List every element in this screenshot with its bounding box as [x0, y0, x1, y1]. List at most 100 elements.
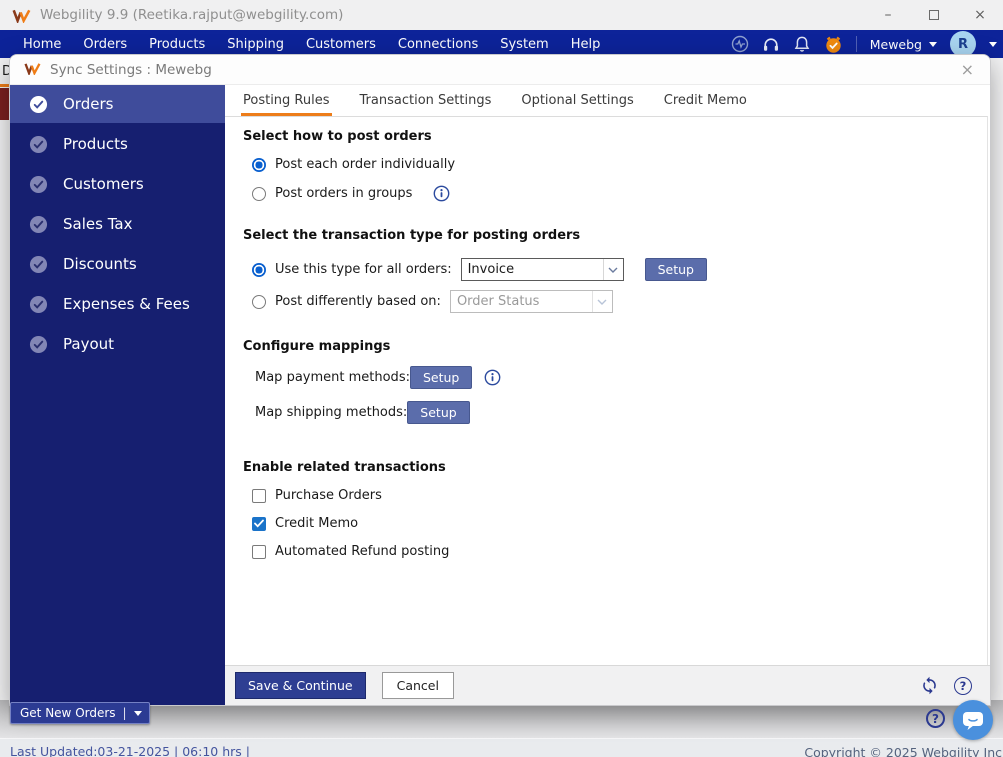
section-heading-configure-mappings: Configure mappings: [243, 339, 391, 354]
dialog-webgility-logo-icon: [24, 60, 41, 79]
section-heading-related-transactions: Enable related transactions: [243, 460, 446, 475]
checkbox-label: Purchase Orders: [275, 488, 382, 503]
map-payment-setup-button[interactable]: Setup: [409, 366, 473, 389]
checkbox-purchase-orders[interactable]: [252, 488, 266, 503]
radio-row-groups: Post orders in groups: [252, 185, 987, 202]
section-heading-transaction-type: Select the transaction type for posting …: [243, 228, 581, 243]
settings-main: Posting Rules Transaction Settings Optio…: [225, 85, 990, 705]
sidebar-item-payout[interactable]: Payout: [10, 325, 225, 363]
info-icon[interactable]: [433, 185, 450, 202]
window-controls: – ×: [865, 0, 1003, 30]
account-dropdown[interactable]: Mewebg: [870, 37, 937, 52]
account-name: Mewebg: [869, 36, 922, 52]
transaction-type-select[interactable]: Invoice: [460, 258, 624, 281]
menu-home[interactable]: Home: [12, 37, 72, 52]
menu-help[interactable]: Help: [560, 37, 612, 52]
radio-post-individually[interactable]: [252, 157, 266, 172]
radio-row-individual: Post each order individually: [252, 157, 987, 172]
menu-connections[interactable]: Connections: [387, 37, 489, 52]
chevron-down-icon: [929, 41, 937, 47]
sidebar-item-products[interactable]: Products: [10, 125, 225, 163]
checkbox-label: Credit Memo: [275, 516, 359, 531]
window-close-button[interactable]: ×: [957, 0, 1003, 30]
settings-tabs: Posting Rules Transaction Settings Optio…: [225, 85, 990, 116]
info-icon[interactable]: [484, 369, 501, 386]
map-shipping-row: Map shipping methods: Setup: [255, 401, 987, 424]
checkbox-automated-refund[interactable]: [252, 544, 266, 559]
radio-post-differently[interactable]: [252, 294, 266, 309]
chat-icon[interactable]: [953, 700, 993, 740]
dialog-footer: Save & Continue Cancel ?: [225, 665, 990, 705]
menu-customers[interactable]: Customers: [295, 37, 387, 52]
map-payment-row: Map payment methods: Setup: [255, 366, 987, 389]
menubar-right-icons: Mewebg R: [731, 31, 1003, 57]
order-status-select: Order Status: [449, 290, 613, 313]
sidebar-item-label: Customers: [63, 175, 144, 193]
get-new-orders-label: Get New Orders: [20, 706, 116, 720]
sidebar-item-sales-tax[interactable]: Sales Tax: [10, 205, 225, 243]
posting-rules-content: Select how to post orders Post each orde…: [225, 116, 988, 665]
chevron-down-icon: [602, 259, 623, 280]
maximize-icon: [929, 10, 939, 20]
tab-credit-memo[interactable]: Credit Memo: [664, 93, 747, 116]
check-circle-icon: [29, 95, 48, 113]
avatar-chevron-down-icon[interactable]: [989, 41, 997, 47]
menu-system[interactable]: System: [489, 37, 559, 52]
cancel-button[interactable]: Cancel: [381, 672, 454, 699]
menu-orders[interactable]: Orders: [72, 37, 138, 52]
tab-transaction-settings[interactable]: Transaction Settings: [360, 93, 492, 116]
help-icon[interactable]: ?: [926, 709, 945, 728]
section-heading-how-to-post: Select how to post orders: [243, 129, 432, 144]
help-icon[interactable]: ?: [954, 676, 972, 695]
background-red-fragment: [0, 88, 9, 120]
main-menubar: Home Orders Products Shipping Customers …: [0, 30, 1003, 58]
headphones-icon[interactable]: [762, 35, 780, 53]
settings-sidebar: Orders Products Customers Sales Tax Disc…: [10, 85, 225, 705]
notifications-bell-icon[interactable]: [793, 35, 811, 53]
select-value: Invoice: [467, 262, 515, 277]
menu-products[interactable]: Products: [138, 37, 216, 52]
menu-shipping[interactable]: Shipping: [216, 37, 295, 52]
checkbox-credit-memo[interactable]: [252, 516, 266, 531]
footer-icons: ?: [920, 676, 972, 695]
menubar-divider: [855, 36, 857, 52]
sync-refresh-icon[interactable]: [920, 676, 939, 695]
check-circle-icon: [29, 175, 48, 193]
checkbox-row-auto-refund: Automated Refund posting: [252, 544, 987, 559]
radio-label: Use this type for all orders:: [275, 262, 452, 277]
check-circle-icon: [29, 295, 48, 313]
alarm-check-icon[interactable]: [824, 35, 843, 54]
radio-row-differently: Post differently based on: Order Status: [252, 290, 987, 313]
radio-use-type-all-orders[interactable]: [252, 262, 266, 277]
dialog-close-icon[interactable]: ×: [961, 61, 974, 78]
sidebar-item-label: Expenses & Fees: [63, 295, 190, 313]
sidebar-item-customers[interactable]: Customers: [10, 165, 225, 203]
tab-posting-rules[interactable]: Posting Rules: [241, 93, 332, 116]
radio-row-all-orders: Use this type for all orders: Invoice Se…: [252, 258, 987, 281]
minimize-button[interactable]: –: [865, 0, 911, 30]
radio-label: Post orders in groups: [275, 186, 413, 201]
get-new-orders-button[interactable]: Get New Orders |: [10, 702, 150, 724]
transaction-type-setup-button[interactable]: Setup: [644, 258, 707, 281]
window-titlebar: Webgility 9.9 (Reetika.rajput@webgility.…: [0, 0, 1003, 30]
button-separator: |: [122, 706, 127, 720]
webgility-logo-icon: [12, 8, 31, 23]
maximize-button[interactable]: [911, 0, 957, 30]
dialog-title: Sync Settings : Mewebg: [50, 61, 212, 78]
sidebar-item-discounts[interactable]: Discounts: [10, 245, 225, 283]
get-new-orders-chevron-icon[interactable]: [133, 710, 142, 716]
check-icon: [254, 519, 264, 528]
check-circle-icon: [29, 255, 48, 273]
radio-post-in-groups[interactable]: [252, 186, 266, 201]
sidebar-item-orders[interactable]: Orders: [10, 85, 225, 123]
sidebar-item-label: Payout: [63, 335, 115, 353]
save-continue-button[interactable]: Save & Continue: [235, 672, 366, 699]
user-avatar[interactable]: R: [950, 31, 976, 57]
copyright-text: Copyright © 2025 Webgility Inc.: [804, 745, 1003, 757]
tab-optional-settings[interactable]: Optional Settings: [521, 93, 633, 116]
map-shipping-setup-button[interactable]: Setup: [407, 401, 470, 424]
window-title: Webgility 9.9 (Reetika.rajput@webgility.…: [40, 7, 344, 23]
statusbar: Last Updated:03-21-2025 | 06:10 hrs | Co…: [0, 738, 1003, 757]
sidebar-item-expenses-fees[interactable]: Expenses & Fees: [10, 285, 225, 323]
activity-icon[interactable]: [731, 35, 749, 53]
